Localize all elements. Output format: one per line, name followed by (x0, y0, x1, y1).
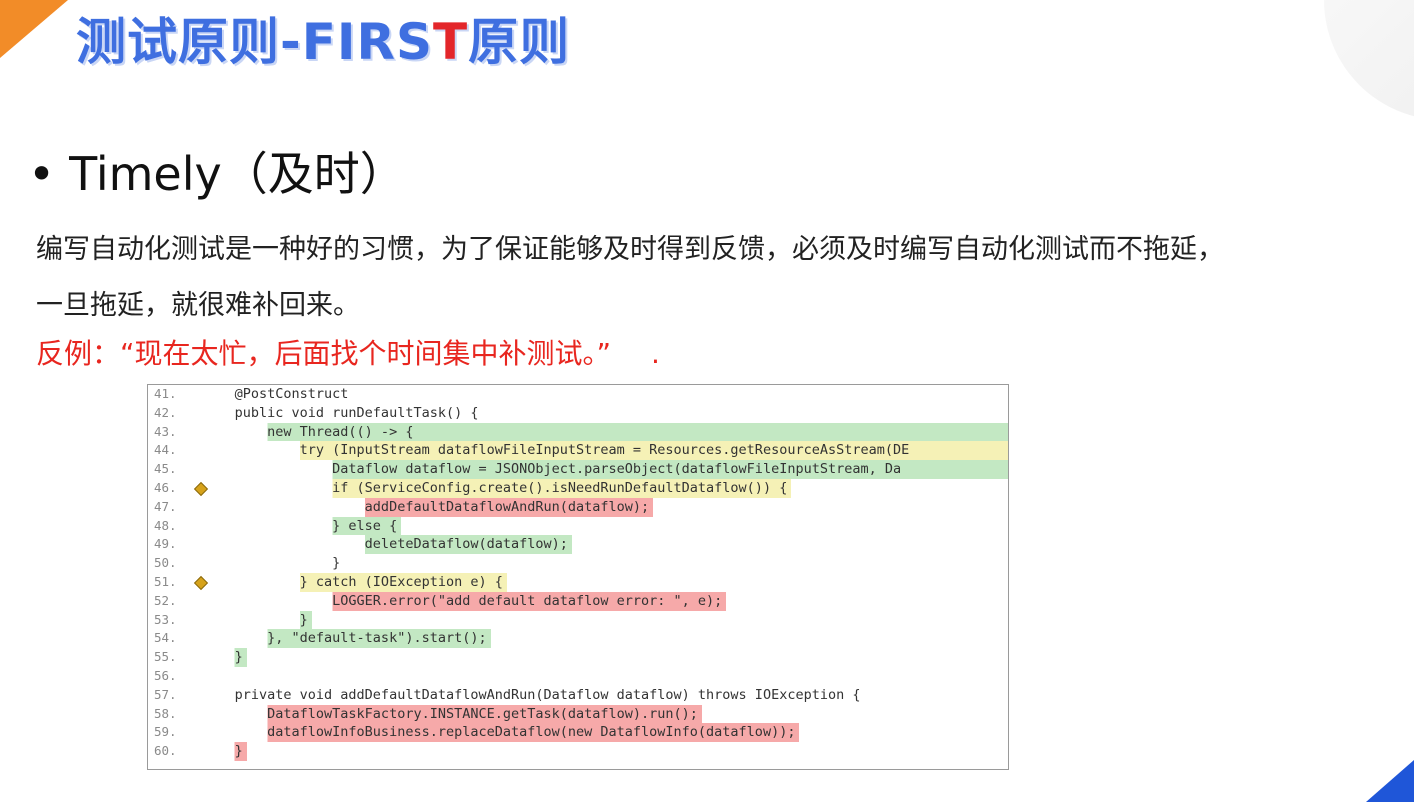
code-line: 58. DataflowTaskFactory.INSTANCE.getTask… (148, 704, 1008, 724)
code-line: 44. try (InputStream dataflowFileInputSt… (148, 441, 1008, 461)
line-number: 48. (154, 517, 177, 533)
code-line: 51. } catch (IOException e) { (148, 572, 1008, 592)
code-text: } else { (194, 517, 398, 534)
coverage-highlight: DataflowTaskFactory.INSTANCE.getTask(dat… (194, 704, 702, 724)
coverage-highlight: } (194, 648, 247, 667)
code-line: 60. } (148, 742, 1008, 761)
counter-example: 反例：“现在太忙，后面找个时间集中补测试。”. (36, 332, 660, 372)
slide-title: 测试原则-FIRST原则 (76, 2, 570, 74)
coverage-highlight: deleteDataflow(dataflow); (194, 535, 572, 555)
line-number: 53. (154, 611, 177, 627)
line-number: 56. (154, 667, 177, 683)
description-line-2: 一旦拖延，就很难补回来。 (36, 290, 360, 321)
code-text: } (194, 649, 243, 666)
code-line: 47. addDefaultDataflowAndRun(dataflow); (148, 497, 1008, 517)
coverage-highlight: if (ServiceConfig.create().isNeedRunDefa… (194, 478, 792, 498)
line-number: 45. (154, 461, 177, 477)
title-main: 测试原则-FIRS (76, 13, 434, 71)
line-number: 44. (154, 442, 177, 458)
coverage-highlight: } (194, 554, 344, 573)
code-line: 54. }, "default-task").start(); (148, 629, 1008, 649)
coverage-highlight: } (194, 610, 312, 630)
orange-corner-decoration (0, 0, 68, 58)
coverage-highlight: Dataflow dataflow = JSONObject.parseObje… (194, 460, 1008, 479)
line-number: 50. (154, 555, 177, 571)
coverage-highlight: public void runDefaultTask() { (194, 404, 482, 423)
line-number: 46. (154, 479, 177, 495)
coverage-highlight: } else { (194, 516, 402, 536)
line-number: 60. (154, 743, 177, 759)
code-line: 50. } (148, 554, 1008, 573)
coverage-highlight: } (194, 742, 247, 761)
gray-corner-decoration (1324, 0, 1414, 120)
code-text: public void runDefaultTask() { (194, 404, 479, 421)
line-number: 42. (154, 404, 177, 420)
code-text: } (194, 555, 341, 572)
code-coverage-screenshot: 41. @PostConstruct 42. public void runDef… (147, 384, 1009, 770)
line-number: 49. (154, 536, 177, 552)
code-line: 55. } (148, 648, 1008, 667)
code-text: DataflowTaskFactory.INSTANCE.getTask(dat… (194, 705, 698, 722)
title-accent: T (433, 13, 469, 71)
coverage-highlight: LOGGER.error("add default dataflow error… (194, 591, 727, 611)
line-number: 52. (154, 592, 177, 608)
coverage-highlight: }, "default-task").start(); (194, 629, 491, 649)
code-text: addDefaultDataflowAndRun(dataflow); (194, 498, 650, 515)
coverage-highlight: @PostConstruct (194, 385, 352, 404)
counter-example-trailing: . (651, 337, 660, 370)
code-text: try (InputStream dataflowFileInputStream… (194, 442, 910, 459)
coverage-highlight: addDefaultDataflowAndRun(dataflow); (194, 497, 654, 517)
line-number: 43. (154, 423, 177, 439)
description-paragraph: 编写自动化测试是一种好的习惯，为了保证能够及时得到反馈，必须及时编写自动化测试而… (36, 222, 1376, 334)
code-line: 59. dataflowInfoBusiness.replaceDataflow… (148, 723, 1008, 743)
code-text: }, "default-task").start(); (194, 630, 487, 647)
code-text: Dataflow dataflow = JSONObject.parseObje… (194, 461, 902, 478)
code-line: 46. if (ServiceConfig.create().isNeedRun… (148, 478, 1008, 498)
line-number: 58. (154, 705, 177, 721)
code-text: @PostConstruct (194, 386, 349, 402)
code-text: } (194, 611, 308, 628)
code-line: 45. Dataflow dataflow = JSONObject.parse… (148, 460, 1008, 479)
code-line: 52. LOGGER.error("add default dataflow e… (148, 591, 1008, 611)
line-number: 57. (154, 686, 177, 702)
line-number: 41. (154, 386, 177, 401)
code-line: 49. deleteDataflow(dataflow); (148, 535, 1008, 555)
code-text: if (ServiceConfig.create().isNeedRunDefa… (194, 479, 788, 496)
line-number: 47. (154, 498, 177, 514)
code-text: deleteDataflow(dataflow); (194, 536, 568, 553)
code-line: 42. public void runDefaultTask() { (148, 404, 1008, 423)
coverage-highlight (194, 667, 198, 686)
bullet-text: Timely（及时） (69, 147, 406, 201)
code-line: 56. (148, 667, 1008, 686)
line-number: 51. (154, 573, 177, 589)
counter-example-quote: “现在太忙，后面找个时间集中补测试。” (120, 337, 612, 370)
counter-example-label: 反例： (36, 337, 121, 370)
line-number: 54. (154, 630, 177, 646)
code-text: } (194, 743, 243, 760)
coverage-highlight: private void addDefaultDataflowAndRun(Da… (194, 686, 864, 705)
title-suffix: 原则 (468, 13, 571, 71)
coverage-highlight: } catch (IOException e) { (194, 572, 507, 592)
description-line-1: 编写自动化测试是一种好的习惯，为了保证能够及时得到反馈，必须及时编写自动化测试而… (36, 234, 1224, 265)
code-text: dataflowInfoBusiness.replaceDataflow(new… (194, 724, 796, 741)
coverage-highlight: try (InputStream dataflowFileInputStream… (194, 441, 1008, 461)
coverage-highlight: dataflowInfoBusiness.replaceDataflow(new… (194, 723, 800, 743)
code-text: new Thread(() -> { (194, 423, 414, 440)
bullet-dot: • (28, 147, 56, 201)
code-line: 53. } (148, 610, 1008, 630)
code-line: 57. private void addDefaultDataflowAndRu… (148, 686, 1008, 705)
code-line: 48. } else { (148, 516, 1008, 536)
code-text: } catch (IOException e) { (194, 573, 503, 590)
code-line: 43. new Thread(() -> { (148, 422, 1008, 442)
line-number: 59. (154, 724, 177, 740)
code-text: private void addDefaultDataflowAndRun(Da… (194, 686, 861, 703)
line-number: 55. (154, 649, 177, 665)
blue-corner-decoration (1366, 760, 1414, 802)
bullet-heading: • Timely（及时） (28, 138, 406, 204)
coverage-highlight: new Thread(() -> { (194, 422, 1008, 442)
code-text: LOGGER.error("add default dataflow error… (194, 592, 723, 609)
code-line: 41. @PostConstruct (148, 385, 1008, 404)
